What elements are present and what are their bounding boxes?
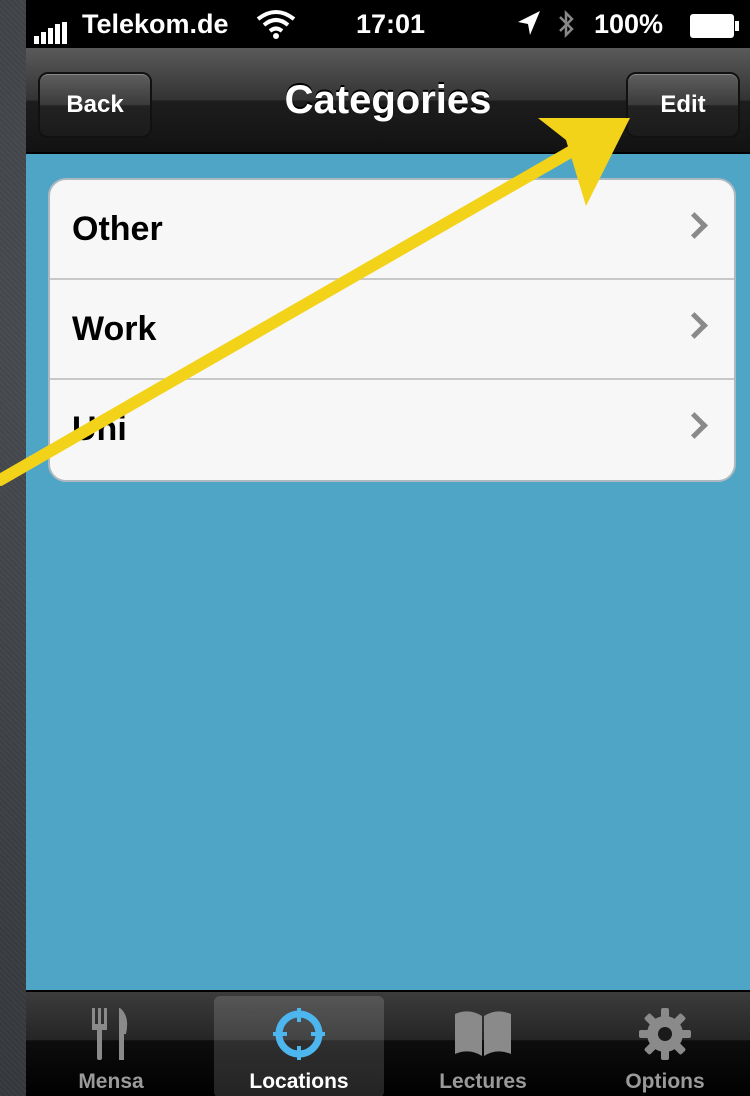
carrier-name: Telekom.de <box>82 9 229 39</box>
tab-bar: Mensa Locations Lectures Options <box>26 990 750 1096</box>
chevron-right-icon <box>681 412 708 439</box>
list-item-work[interactable]: Work <box>50 280 734 380</box>
list-item-other[interactable]: Other <box>50 180 734 280</box>
phone-screen: Telekom.de 17:01 100% Back Categories Ed… <box>26 0 750 1096</box>
tab-label: Options <box>625 1070 705 1093</box>
list-item-label: Other <box>72 209 163 248</box>
wifi-icon <box>256 9 296 45</box>
navigation-bar: Back Categories Edit <box>26 48 750 154</box>
fork-knife-icon <box>86 1006 136 1068</box>
back-button[interactable]: Back <box>38 72 152 138</box>
battery-percentage: 100% <box>594 9 664 39</box>
edit-button[interactable]: Edit <box>626 72 740 138</box>
clock-time: 17:01 <box>356 9 426 39</box>
status-bar: Telekom.de 17:01 100% <box>26 0 750 48</box>
tab-mensa[interactable]: Mensa <box>26 996 196 1096</box>
chevron-right-icon <box>681 212 708 239</box>
signal-strength-icon <box>34 14 69 44</box>
book-icon <box>451 1006 515 1068</box>
battery-icon <box>690 14 739 38</box>
gear-icon <box>637 1006 693 1068</box>
category-list: Other Work Uni <box>48 178 736 482</box>
tab-lectures[interactable]: Lectures <box>398 996 568 1096</box>
tab-options[interactable]: Options <box>580 996 750 1096</box>
crosshair-icon <box>271 1006 327 1068</box>
chevron-right-icon <box>681 312 708 339</box>
tab-label: Lectures <box>439 1070 527 1093</box>
tab-label: Locations <box>249 1070 349 1093</box>
list-item-label: Work <box>72 309 157 348</box>
bluetooth-icon <box>556 9 576 45</box>
list-item-label: Uni <box>72 409 127 448</box>
list-item-uni[interactable]: Uni <box>50 380 734 478</box>
location-arrow-icon <box>516 9 542 43</box>
tab-label: Mensa <box>78 1070 144 1093</box>
tab-locations[interactable]: Locations <box>214 996 384 1096</box>
page-title: Categories <box>284 78 492 122</box>
